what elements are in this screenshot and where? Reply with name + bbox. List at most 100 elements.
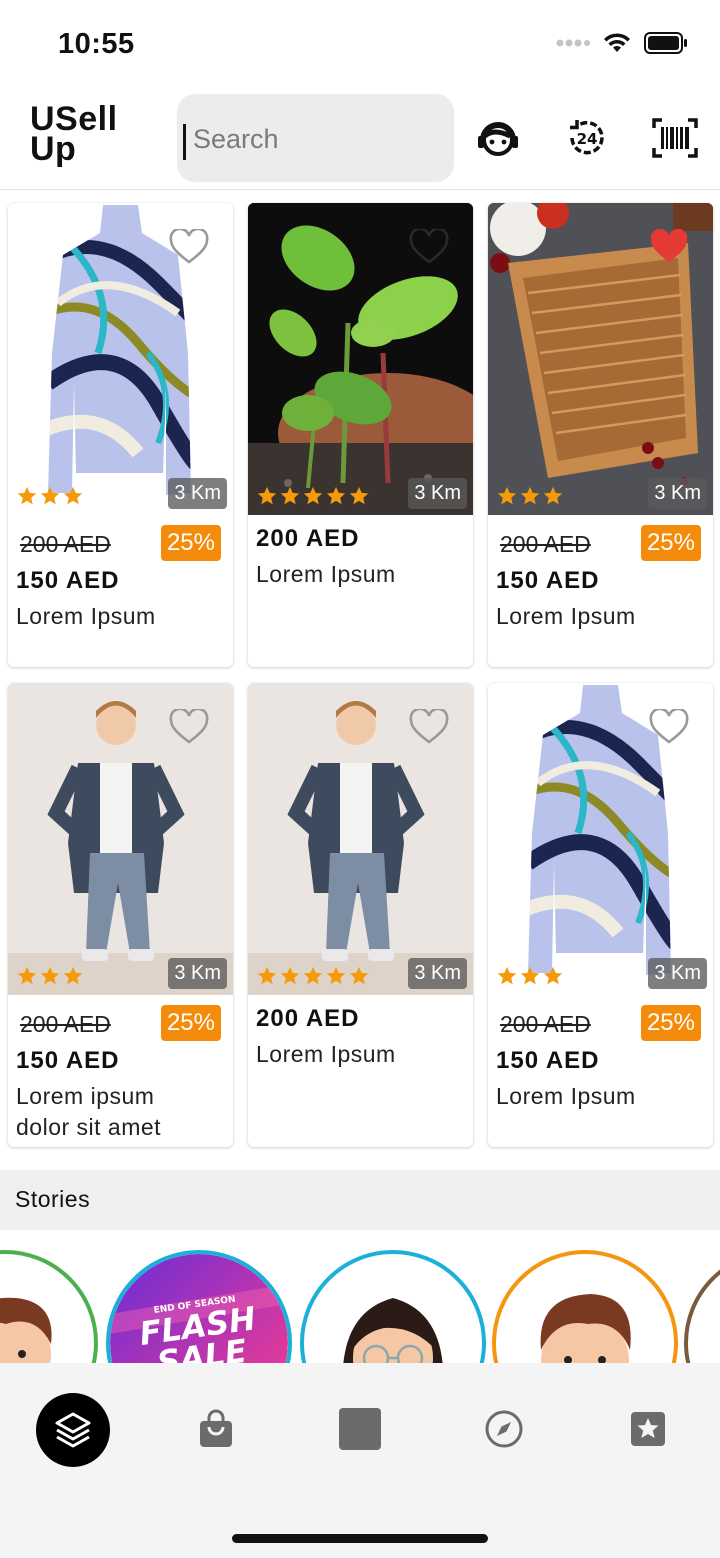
product-price: 150 AED [496,1047,600,1074]
distance-badge: 3 Km [648,478,707,509]
product-name: Lorem ipsum dolor sit amet [16,1083,162,1140]
shopping-bag-icon[interactable] [180,1393,252,1465]
signal-icon [556,39,590,47]
star-icon [520,486,540,505]
star-badge-icon[interactable] [612,1393,684,1465]
discount-badge: 25% [160,525,221,561]
product-image-boy-denim-jacket[interactable]: 3 Km [248,683,473,995]
product-price: 150 AED [496,567,600,594]
star-icon [17,966,37,985]
24-hours-icon[interactable]: 24 [563,114,611,162]
product-name: Lorem Ipsum [256,561,396,587]
product-card[interactable]: 3 Km 200 AED 25% 150 AED Lorem Ipsum [8,203,233,667]
favorite-heart-icon[interactable] [169,229,209,265]
stories-strip[interactable]: END OF SEASON FLASH SALE [0,1230,720,1363]
star-icon [40,486,60,505]
story-avatar-partial[interactable] [684,1250,720,1363]
star-icon [326,966,346,985]
star-icon [280,486,300,505]
distance-badge: 3 Km [168,958,227,989]
rating-stars [256,965,370,987]
old-price: 200 AED [20,531,111,557]
star-icon [543,486,563,505]
story-flash-sale[interactable]: END OF SEASON FLASH SALE [106,1250,292,1363]
product-image-boy-denim-jacket[interactable]: 3 Km [8,683,233,995]
favorite-heart-icon[interactable] [409,709,449,745]
star-icon [63,486,83,505]
product-card[interactable]: 3 Km 200 AED Lorem Ipsum [248,683,473,1147]
product-card[interactable]: 3 Km 200 AED 25% 150 AED Lorem ipsum dol… [8,683,233,1147]
favorite-heart-icon[interactable] [409,229,449,265]
distance-badge: 3 Km [408,478,467,509]
rating-stars [16,965,84,987]
story-avatar-woman[interactable] [300,1250,486,1363]
product-card[interactable]: 3 Km 200 AED 25% 150 AED Lorem Ipsum [488,203,713,667]
star-icon [17,486,37,505]
discount-badge: 25% [640,525,701,561]
star-icon [349,966,369,985]
search-placeholder: Search [193,124,279,154]
favorite-heart-icon[interactable] [169,709,209,745]
home-indicator [232,1534,488,1543]
price-row: 200 AED 25% [8,995,233,1047]
square-icon[interactable] [324,1393,396,1465]
product-image-patterned-turtleneck[interactable]: 3 Km [488,683,713,995]
distance-badge: 3 Km [168,478,227,509]
product-price: 150 AED [16,567,120,594]
product-image-plant-seedling[interactable]: 3 Km [248,203,473,515]
status-icons [556,32,688,54]
old-price: 200 AED [500,1011,591,1037]
star-icon [303,486,323,505]
discount-badge: 25% [160,1005,221,1041]
search-input[interactable]: Search [177,94,454,182]
favorite-heart-icon[interactable] [649,229,689,265]
star-icon [349,486,369,505]
status-time: 10:55 [58,28,135,60]
star-icon [520,966,540,985]
barcode-scan-icon[interactable] [651,114,699,162]
compass-icon[interactable] [468,1393,540,1465]
stories-header: Stories [0,1170,720,1230]
star-icon [543,966,563,985]
product-price: 150 AED [16,1047,120,1074]
star-icon [303,966,323,985]
rating-stars [496,965,564,987]
story-avatar-man[interactable] [0,1250,98,1363]
status-bar: 10:55 [0,0,720,90]
story-avatar-man[interactable] [492,1250,678,1363]
star-icon [326,486,346,505]
distance-badge: 3 Km [408,958,467,989]
product-name: Lorem Ipsum [496,1083,636,1109]
product-image-wicker-basket[interactable]: 3 Km [488,203,713,515]
app-logo[interactable]: USell Up [30,102,118,168]
product-name: Lorem Ipsum [16,603,156,629]
logo-line-2: Up [30,130,77,168]
discount-badge: 25% [640,1005,701,1041]
product-image-patterned-turtleneck[interactable]: 3 Km [8,203,233,515]
star-icon [257,486,277,505]
product-price: 200 AED [256,525,360,552]
stories-title: Stories [15,1186,91,1212]
star-icon [280,966,300,985]
svg-text:24: 24 [577,130,598,148]
favorite-heart-icon[interactable] [649,709,689,745]
distance-badge: 3 Km [648,958,707,989]
rating-stars [16,485,84,507]
bottom-navigation [0,1363,720,1558]
price-row: 200 AED 25% [488,515,713,567]
layers-icon[interactable] [36,1393,110,1467]
product-card[interactable]: 3 Km 200 AED Lorem Ipsum [248,203,473,667]
app-header: USell Up Search 24 [0,90,720,190]
support-agent-icon[interactable] [474,114,522,162]
product-name: Lorem Ipsum [496,603,636,629]
rating-stars [256,485,370,507]
product-card[interactable]: 3 Km 200 AED 25% 150 AED Lorem Ipsum [488,683,713,1147]
text-caret [183,124,186,160]
star-icon [497,966,517,985]
star-icon [257,966,277,985]
star-icon [497,486,517,505]
star-icon [40,966,60,985]
old-price: 200 AED [20,1011,111,1037]
star-icon [63,966,83,985]
wifi-icon [604,33,630,52]
